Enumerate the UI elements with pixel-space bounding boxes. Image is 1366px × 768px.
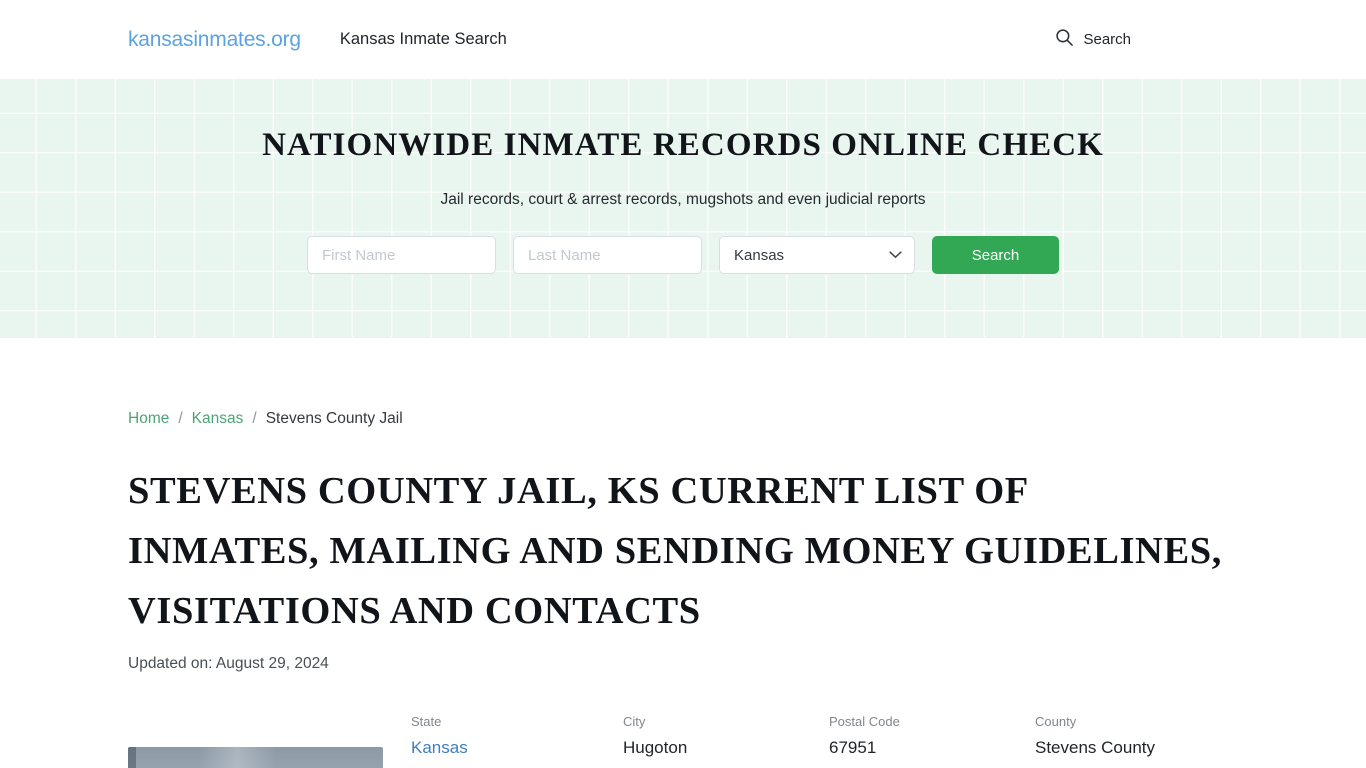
- header-search-button[interactable]: Search: [1055, 28, 1131, 52]
- hero-subtitle: Jail records, court & arrest records, mu…: [440, 191, 926, 209]
- facility-photo: [128, 747, 383, 768]
- inmate-search-form: Kansas Search: [307, 209, 1059, 275]
- facility-field-value: 67951: [829, 738, 877, 757]
- breadcrumb: Home / Kansas / Stevens County Jail: [128, 338, 1238, 428]
- state-select[interactable]: Kansas: [719, 236, 915, 275]
- facility-field-city: City Hugoton: [623, 715, 829, 758]
- header-search-label: Search: [1083, 31, 1131, 48]
- breadcrumb-separator: /: [252, 410, 257, 427]
- first-name-input[interactable]: [307, 236, 496, 275]
- breadcrumb-separator: /: [178, 410, 183, 427]
- state-link[interactable]: Kansas: [411, 738, 468, 757]
- facility-field-label: City: [623, 714, 646, 729]
- site-header: kansasinmates.org Kansas Inmate Search S…: [0, 0, 1366, 79]
- facility-field-value: Hugoton: [623, 738, 688, 757]
- breadcrumb-item-home[interactable]: Home: [128, 410, 169, 428]
- facility-field-postal-code: Postal Code 67951: [829, 715, 1035, 758]
- facility-field-value: Kansas: [411, 738, 623, 758]
- site-logo[interactable]: kansasinmates.org: [128, 28, 301, 52]
- nav-item-kansas-inmate-search[interactable]: Kansas Inmate Search: [340, 30, 507, 49]
- breadcrumb-item-current: Stevens County Jail: [265, 410, 403, 427]
- facility-field-value: Stevens County: [1035, 738, 1156, 757]
- hero-section: NATIONWIDE INMATE RECORDS ONLINE CHECK J…: [0, 79, 1366, 338]
- main-content: Home / Kansas / Stevens County Jail STEV…: [0, 338, 1366, 768]
- state-select-wrapper: Kansas: [719, 236, 915, 275]
- facility-field-county: County Stevens County: [1035, 715, 1235, 758]
- facility-fields: State Kansas City Hugoton Postal Code 67…: [411, 715, 1238, 758]
- facility-field-label: State: [411, 714, 442, 729]
- last-name-input[interactable]: [513, 236, 702, 275]
- facility-field-label: Postal Code: [829, 714, 900, 729]
- page-title: STEVENS COUNTY JAIL, KS CURRENT LIST OF …: [128, 470, 1222, 632]
- facility-field-state: State Kansas: [411, 715, 623, 758]
- hero-title: NATIONWIDE INMATE RECORDS ONLINE CHECK: [262, 127, 1104, 163]
- facility-info-row: State Kansas City Hugoton Postal Code 67…: [128, 673, 1238, 768]
- search-icon: [1055, 28, 1074, 52]
- facility-field-label: County: [1035, 714, 1077, 729]
- last-updated-text: Updated on: August 29, 2024: [128, 655, 329, 672]
- hero-search-submit-button[interactable]: Search: [932, 236, 1059, 275]
- breadcrumb-item-kansas[interactable]: Kansas: [192, 410, 244, 428]
